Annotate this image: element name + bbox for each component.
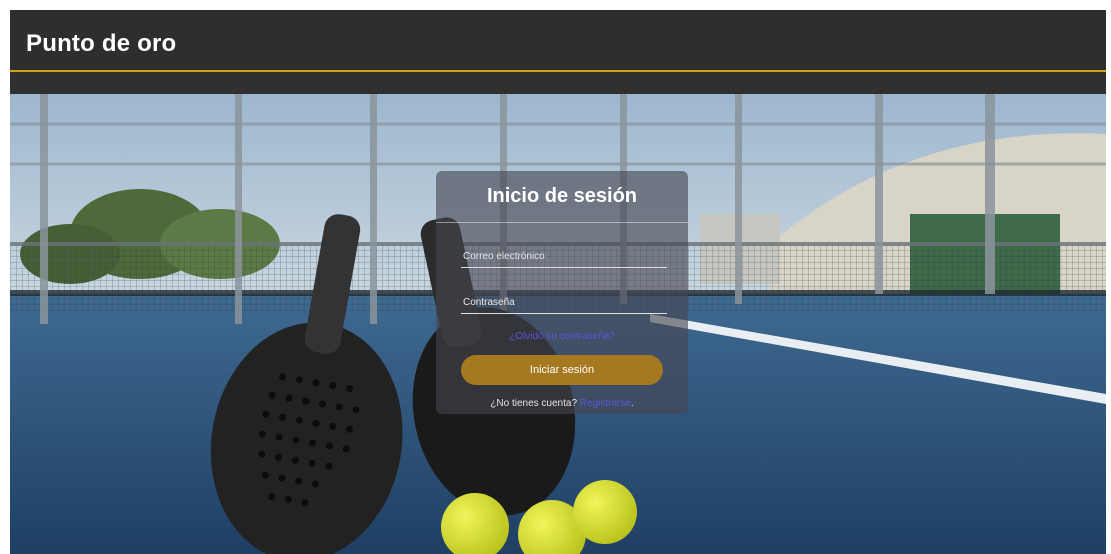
login-button[interactable]: Iniciar sesión: [461, 355, 663, 385]
signup-line: ¿No tienes cuenta? Registrarse.: [436, 398, 688, 409]
login-card: Inicio de sesión ¿Olvidó su contraseña? …: [436, 171, 688, 414]
header-band: [10, 72, 1106, 94]
app-frame: Punto de oro Inicio de sesión Correo ele…: [10, 10, 1106, 554]
brand-title: Punto de oro: [26, 30, 177, 57]
login-title: Inicio de sesión: [486, 185, 638, 207]
signup-suffix: .: [630, 398, 634, 409]
forgot-password-link[interactable]: ¿Olvidó su contraseña?: [436, 331, 688, 342]
email-input[interactable]: [461, 245, 667, 268]
signup-link[interactable]: Registrarse: [580, 398, 631, 409]
signup-prompt: ¿No tienes cuenta?: [490, 398, 577, 409]
top-header: Punto de oro: [10, 10, 1106, 72]
card-divider: [436, 222, 688, 223]
password-input[interactable]: [461, 291, 667, 314]
